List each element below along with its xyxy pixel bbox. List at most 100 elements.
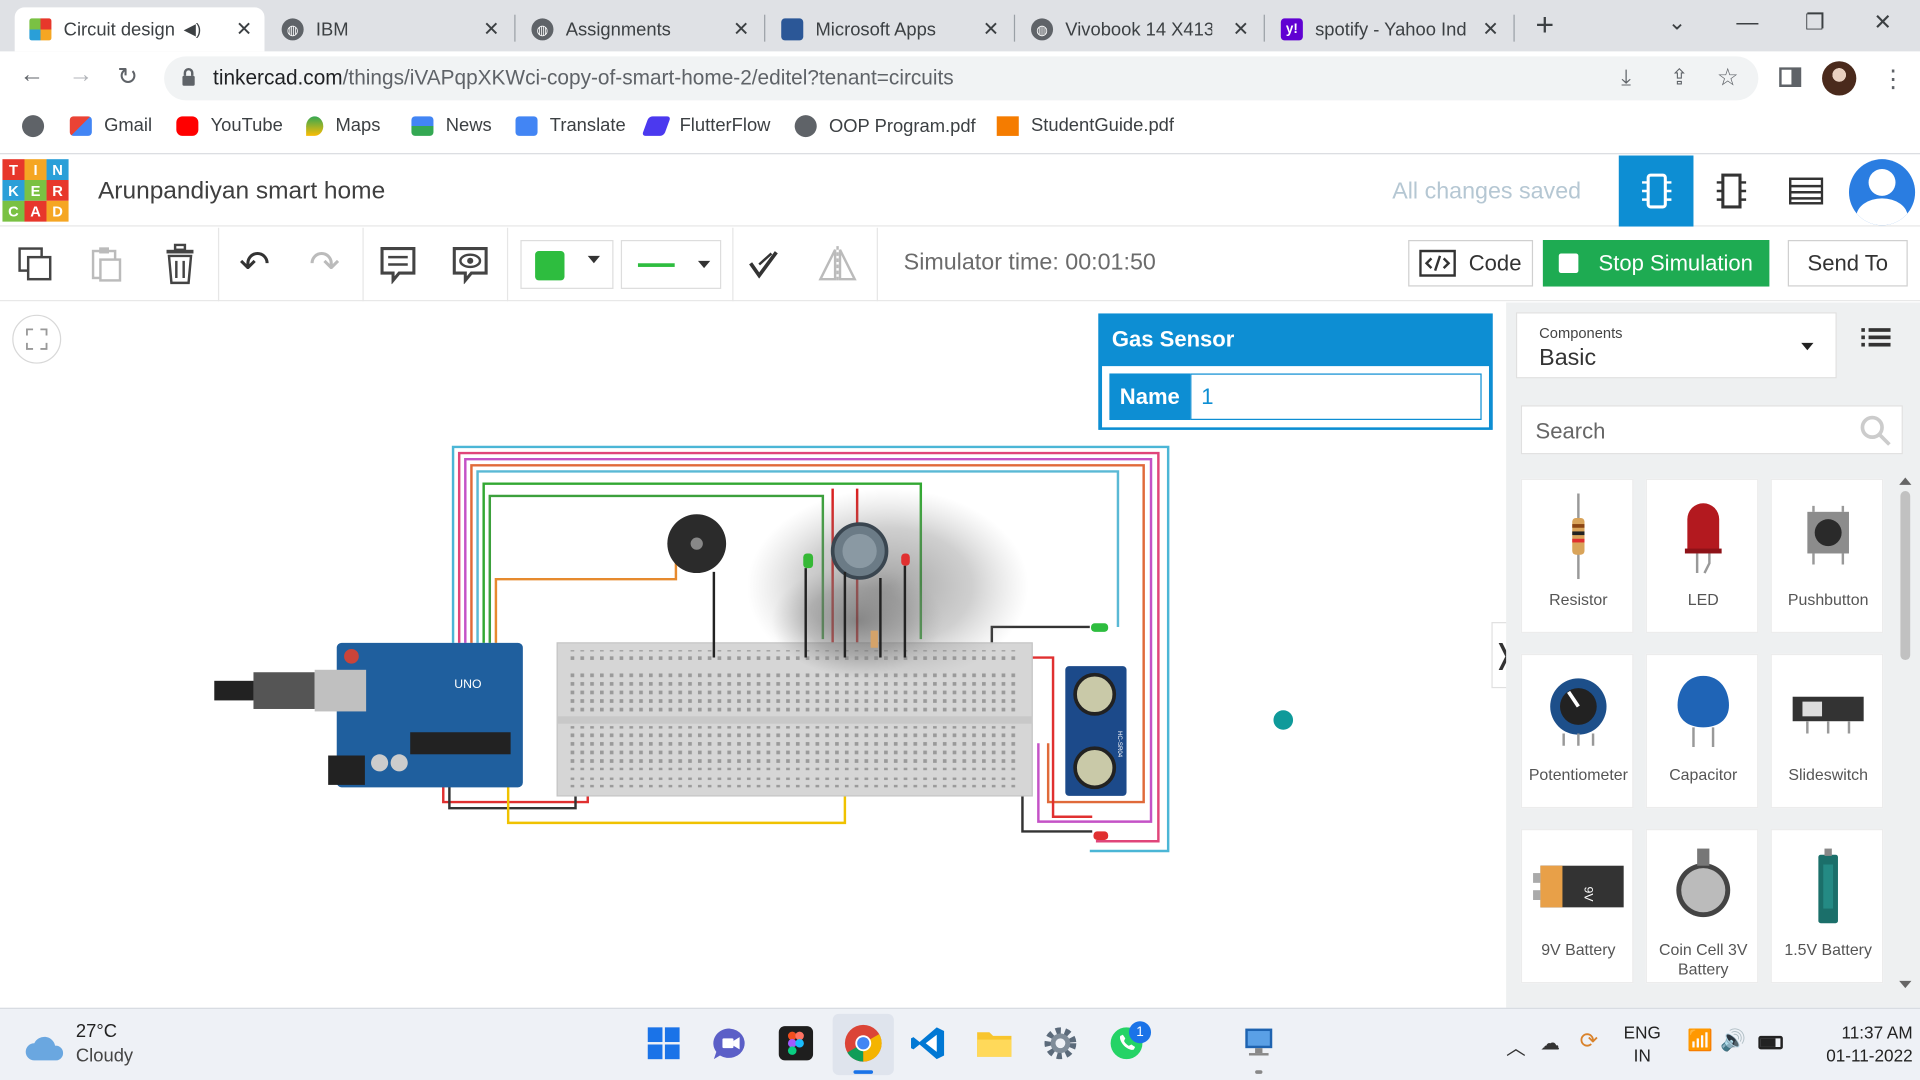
component-card-aa-battery[interactable]: 1.5V Battery — [1770, 828, 1884, 984]
settings-gear-icon[interactable] — [1038, 1021, 1082, 1065]
component-search-input[interactable]: Search — [1520, 405, 1903, 455]
install-icon[interactable]: ⤓ — [1621, 65, 1631, 91]
scroll-down-arrow-icon[interactable] — [1899, 980, 1912, 989]
rotate-icon[interactable] — [741, 242, 785, 286]
notes-icon[interactable] — [376, 242, 420, 286]
battery-icon[interactable] — [1758, 1035, 1783, 1050]
minimize-icon[interactable]: — — [1736, 10, 1758, 36]
youtube-icon — [176, 115, 199, 136]
flip-icon[interactable] — [816, 242, 860, 286]
user-avatar[interactable] — [1848, 159, 1916, 226]
bookmark-student-guide[interactable]: StudentGuide.pdf — [996, 115, 1174, 136]
tab-circuit-design[interactable]: Circuit design ( ◀) ✕ — [14, 7, 265, 52]
tab-spotify-yahoo[interactable]: y! spotify - Yahoo Ind ✕ — [1266, 7, 1511, 51]
stop-simulation-button[interactable]: Stop Simulation — [1542, 240, 1770, 287]
list-view-icon[interactable] — [1861, 327, 1891, 355]
forward-arrow-icon[interactable]: → — [69, 61, 93, 89]
tab-search-chevron-icon[interactable]: ⌄ — [1668, 10, 1686, 36]
component-list-view-button[interactable] — [1768, 156, 1843, 227]
back-arrow-icon[interactable]: ← — [20, 61, 44, 89]
schematic-view-button[interactable] — [1693, 156, 1768, 227]
component-card-potentiometer[interactable]: Potentiometer — [1520, 653, 1634, 809]
profile-avatar[interactable] — [1822, 61, 1857, 96]
bookmark-star-icon[interactable]: ☆ — [1717, 62, 1739, 93]
share-icon[interactable]: ⇪ — [1670, 65, 1688, 91]
close-icon[interactable]: ✕ — [983, 17, 999, 41]
teams-chat-icon[interactable] — [708, 1021, 752, 1065]
name-input[interactable]: 1 — [1190, 373, 1482, 421]
bookmark-news[interactable]: News — [411, 115, 492, 136]
component-card-coin-cell[interactable]: Coin Cell 3V Battery — [1645, 828, 1759, 984]
figma-icon[interactable] — [774, 1021, 818, 1065]
tab-assignments[interactable]: ◍ Assignments ✕ — [517, 7, 762, 51]
close-icon[interactable]: ✕ — [1233, 17, 1249, 41]
code-editor-icon — [1419, 249, 1457, 277]
chrome-icon[interactable] — [841, 1021, 885, 1065]
scrollbar-thumb[interactable] — [1900, 491, 1911, 661]
remote-desktop-icon[interactable] — [1237, 1021, 1281, 1065]
reload-icon[interactable]: ↻ — [118, 61, 139, 92]
bookmark-translate[interactable]: Translate — [515, 115, 626, 136]
component-card-led[interactable]: LED — [1645, 478, 1759, 634]
tab-vivobook[interactable]: ◍ Vivobook 14 X413 ✕ — [1016, 7, 1261, 51]
redo-icon[interactable]: ↷ — [302, 242, 346, 286]
close-icon[interactable]: ✕ — [483, 17, 499, 41]
component-card-9v-battery[interactable]: 9V 9V Battery — [1520, 828, 1634, 984]
component-label: 9V Battery — [1541, 940, 1616, 959]
language-indicator[interactable]: ENG IN — [1624, 1021, 1661, 1068]
wire-type-picker[interactable] — [620, 240, 722, 289]
delete-trash-icon[interactable] — [158, 242, 202, 286]
sync-icon[interactable]: ⟳ — [1580, 1029, 1598, 1055]
wifi-icon[interactable]: 📶 — [1687, 1029, 1713, 1053]
bookmark-flutterflow[interactable]: FlutterFlow — [641, 115, 770, 136]
note-visibility-icon[interactable] — [448, 242, 492, 286]
lock-icon[interactable] — [181, 67, 196, 93]
globe-icon — [794, 115, 817, 138]
panel-scrollbar[interactable] — [1896, 474, 1916, 1001]
paste-icon[interactable] — [84, 242, 128, 286]
chevron-up-icon[interactable]: ︿ — [1506, 1031, 1526, 1060]
cloud-sync-icon[interactable]: ☁ — [1540, 1031, 1560, 1055]
vscode-icon[interactable] — [906, 1021, 950, 1065]
tab-ibm[interactable]: ◍ IBM ✕ — [267, 7, 512, 51]
close-icon[interactable]: ✕ — [733, 17, 749, 41]
circuit-view-button[interactable] — [1618, 155, 1694, 227]
apps-globe-icon[interactable] — [22, 115, 56, 138]
wire-color-picker[interactable] — [520, 240, 614, 289]
tab-microsoft-apps[interactable]: Microsoft Apps ✕ — [767, 7, 1012, 51]
volume-icon[interactable]: 🔊 — [1720, 1029, 1746, 1053]
tinkercad-logo[interactable]: T I N K E R C A D — [2, 159, 69, 223]
side-panel-icon[interactable] — [1779, 67, 1802, 87]
new-tab-button[interactable]: + — [1536, 6, 1555, 44]
bookmark-youtube[interactable]: YouTube — [176, 115, 283, 136]
code-button[interactable]: Code — [1408, 240, 1534, 287]
send-to-button[interactable]: Send To — [1787, 240, 1908, 287]
close-window-icon[interactable]: ✕ — [1873, 10, 1891, 36]
bookmark-maps[interactable]: Maps — [306, 115, 380, 136]
close-icon[interactable]: ✕ — [236, 17, 252, 41]
browser-menu-icon[interactable]: ⋮ — [1881, 64, 1905, 95]
component-card-resistor[interactable]: Resistor — [1520, 478, 1634, 634]
bookmark-oop-program[interactable]: OOP Program.pdf — [794, 115, 976, 138]
url-text[interactable]: tinkercad.com/things/iVAPqpXKWci-copy-of… — [213, 66, 954, 90]
circuit-canvas[interactable]: HC-SR04 UNO Gas Sensor Name 1 — [0, 302, 1507, 1008]
logo-letter: K — [2, 180, 25, 201]
address-bar[interactable]: tinkercad.com/things/iVAPqpXKWci-copy-of… — [164, 56, 1759, 101]
clock[interactable]: 11:37 AM 01-11-2022 — [1800, 1021, 1912, 1068]
windows-start-icon[interactable] — [642, 1021, 686, 1065]
file-explorer-icon[interactable] — [972, 1021, 1016, 1065]
copy-icon[interactable] — [13, 242, 57, 286]
restore-icon[interactable]: ❐ — [1805, 10, 1825, 36]
speaker-icon[interactable]: ◀) — [184, 20, 202, 40]
undo-icon[interactable]: ↶ — [233, 242, 277, 286]
project-title[interactable]: Arunpandiyan smart home — [98, 178, 385, 206]
search-icon[interactable] — [1860, 415, 1892, 447]
component-card-capacitor[interactable]: Capacitor — [1645, 653, 1759, 809]
components-dropdown[interactable]: Components Basic — [1515, 312, 1837, 379]
component-card-pushbutton[interactable]: Pushbutton — [1770, 478, 1884, 634]
component-label: 1.5V Battery — [1784, 940, 1872, 959]
bookmark-gmail[interactable]: Gmail — [69, 115, 152, 136]
scroll-up-arrow-icon[interactable] — [1899, 477, 1912, 485]
close-icon[interactable]: ✕ — [1482, 17, 1498, 41]
component-card-slideswitch[interactable]: Slideswitch — [1770, 653, 1884, 809]
